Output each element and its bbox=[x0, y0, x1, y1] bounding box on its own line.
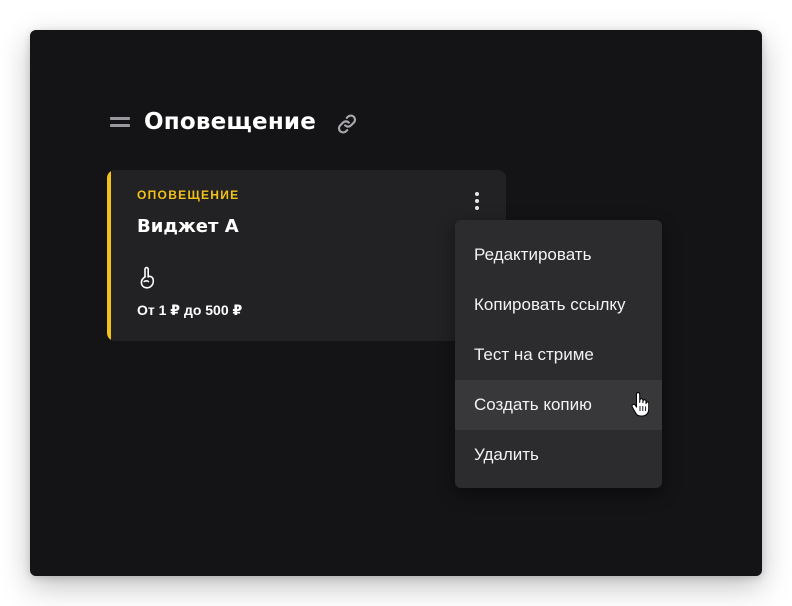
hand-pointing-up-icon bbox=[137, 266, 157, 290]
card-accent-bar bbox=[107, 170, 111, 341]
menu-item-label: Редактировать bbox=[474, 245, 592, 264]
drag-handle-icon[interactable] bbox=[110, 116, 130, 128]
more-vertical-icon[interactable] bbox=[469, 190, 485, 212]
menu-item-copy-link[interactable]: Копировать ссылку bbox=[455, 280, 662, 330]
hand-cursor-icon bbox=[631, 392, 650, 418]
card-type-label: ОПОВЕЩЕНИЕ bbox=[137, 188, 240, 202]
menu-item-label: Тест на стриме bbox=[474, 345, 594, 364]
context-menu: Редактировать Копировать ссылку Тест на … bbox=[455, 220, 662, 488]
menu-item-duplicate[interactable]: Создать копию bbox=[455, 380, 662, 430]
widgets-panel: Оповещение ОПОВЕЩЕНИЕ Виджет А От 1 ₽ до… bbox=[30, 30, 762, 576]
menu-item-label: Создать копию bbox=[474, 395, 592, 414]
section-title: Оповещение bbox=[144, 109, 317, 135]
link-icon[interactable] bbox=[336, 113, 358, 135]
widget-card[interactable]: ОПОВЕЩЕНИЕ Виджет А От 1 ₽ до 500 ₽ bbox=[107, 170, 506, 341]
donation-range: От 1 ₽ до 500 ₽ bbox=[137, 302, 243, 318]
section-header: Оповещение bbox=[110, 102, 358, 142]
menu-item-edit[interactable]: Редактировать bbox=[455, 230, 662, 280]
menu-item-test-stream[interactable]: Тест на стриме bbox=[455, 330, 662, 380]
menu-item-label: Удалить bbox=[474, 445, 539, 464]
card-title: Виджет А bbox=[137, 216, 239, 237]
menu-item-label: Копировать ссылку bbox=[474, 295, 626, 314]
menu-item-delete[interactable]: Удалить bbox=[455, 430, 662, 480]
